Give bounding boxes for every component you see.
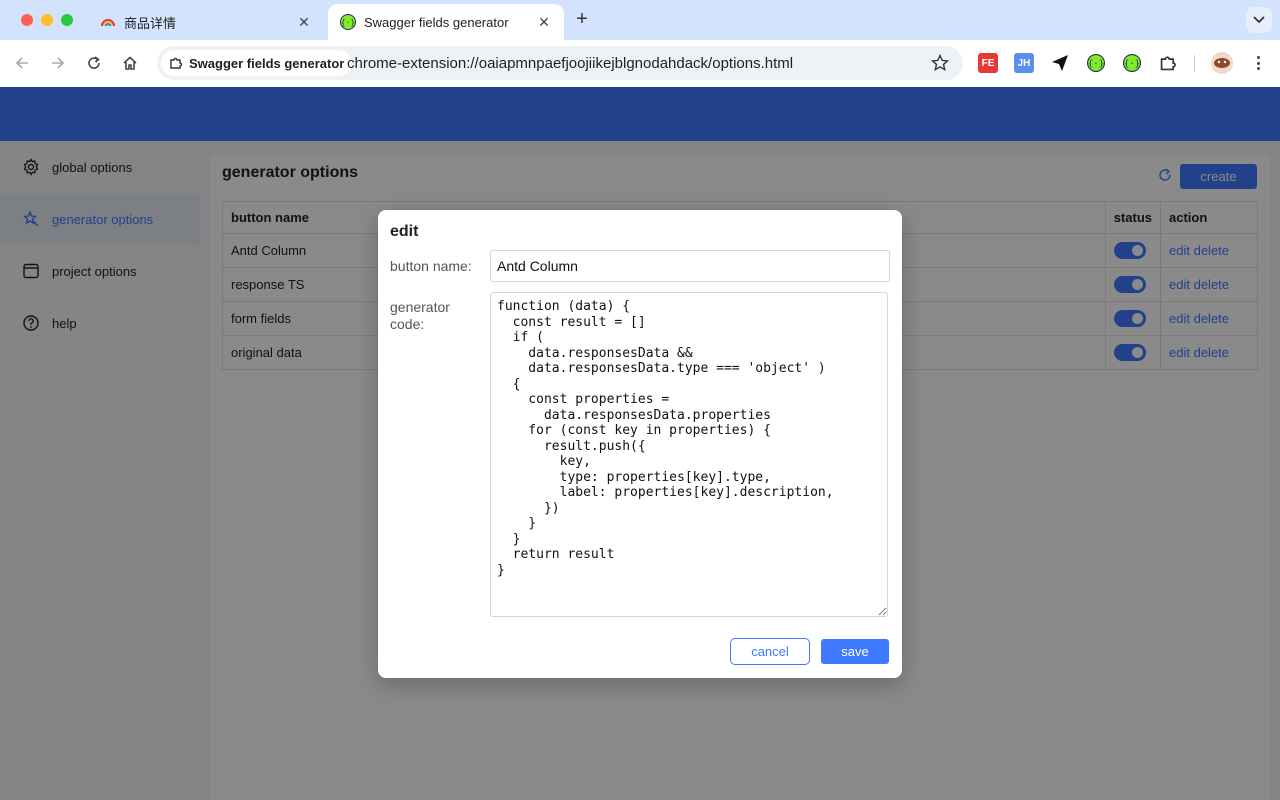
minimize-window-button[interactable] — [41, 14, 53, 26]
home-button[interactable] — [120, 53, 140, 73]
profile-avatar[interactable] — [1211, 52, 1233, 74]
origin-label: Swagger fields generator — [189, 55, 345, 71]
browser-tab-swagger[interactable]: {·} Swagger fields generator ✕ — [328, 4, 564, 40]
back-button[interactable] — [12, 53, 32, 73]
generator-code-label: generator code: — [390, 299, 450, 332]
send-extension-icon[interactable] — [1050, 53, 1070, 73]
rainbow-icon — [100, 14, 116, 30]
edit-dialog: edit button name: generator code: functi… — [378, 210, 902, 678]
home-icon — [123, 56, 137, 70]
tab-title: 商品详情 — [124, 15, 177, 31]
chevron-down-icon — [1253, 16, 1265, 24]
tab-search-button[interactable] — [1246, 7, 1272, 33]
arrow-right-icon — [52, 57, 65, 69]
extensions-puzzle-icon[interactable] — [1158, 53, 1178, 73]
browser-chrome: 商品详情 ✕ {·} Swagger fields generator ✕ + — [0, 0, 1280, 87]
svg-text:{·}: {·} — [341, 18, 355, 27]
close-icon[interactable]: ✕ — [294, 12, 314, 32]
cancel-button[interactable]: cancel — [730, 638, 810, 665]
swagger-extension-icon[interactable]: {·} — [1122, 53, 1142, 73]
swagger-extension-icon[interactable]: {·} — [1086, 53, 1106, 73]
button-name-label: button name: — [390, 258, 472, 274]
reload-icon — [88, 56, 100, 69]
reload-button[interactable] — [84, 53, 104, 73]
new-tab-button[interactable]: + — [572, 9, 592, 30]
origin-chip[interactable]: Swagger fields generator — [161, 50, 353, 76]
svg-text:{·}: {·} — [1088, 59, 1104, 69]
svg-text:{·}: {·} — [1124, 59, 1140, 69]
dialog-title: edit — [390, 223, 419, 240]
jh-extension-icon[interactable]: JH — [1014, 53, 1034, 73]
fe-extension-icon[interactable]: FE — [978, 53, 998, 73]
puzzle-icon — [169, 56, 183, 70]
toolbar-divider — [1194, 55, 1195, 72]
generator-code-textarea[interactable]: function (data) { const result = [] if (… — [490, 292, 888, 617]
bookmark-star-icon[interactable] — [931, 54, 949, 72]
tab-title: Swagger fields generator — [364, 14, 509, 30]
forward-button[interactable] — [48, 53, 68, 73]
maximize-window-button[interactable] — [61, 14, 73, 26]
save-button[interactable]: save — [821, 639, 889, 664]
tab-strip: 商品详情 ✕ {·} Swagger fields generator ✕ + — [0, 0, 1280, 40]
url-text[interactable]: chrome-extension://oaiapmnpaefjoojiikejb… — [347, 55, 793, 72]
browser-menu-icon[interactable] — [1250, 53, 1266, 73]
button-name-input[interactable] — [490, 250, 890, 282]
close-window-button[interactable] — [21, 14, 33, 26]
arrow-left-icon — [15, 57, 28, 69]
browser-tab-product[interactable]: 商品详情 ✕ — [88, 4, 324, 40]
browser-toolbar: Swagger fields generator chrome-extensio… — [0, 40, 1280, 87]
swagger-icon: {·} — [340, 14, 356, 30]
address-bar[interactable]: Swagger fields generator chrome-extensio… — [157, 46, 963, 80]
close-icon[interactable]: ✕ — [534, 12, 554, 32]
